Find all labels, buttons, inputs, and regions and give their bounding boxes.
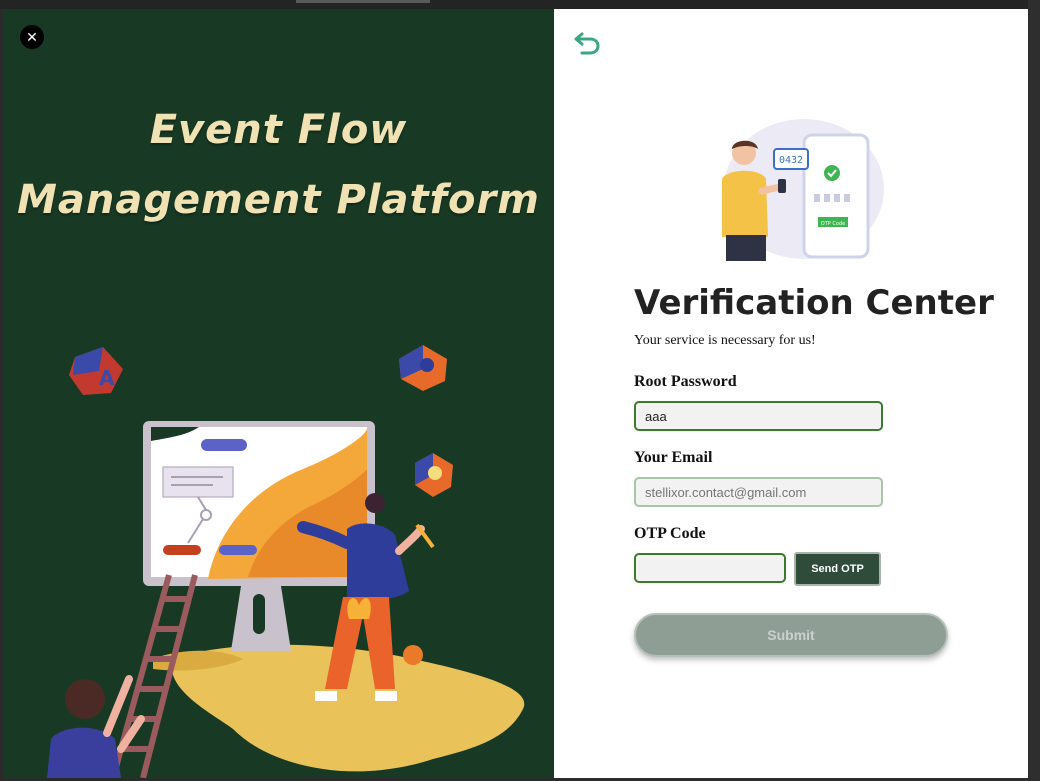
page-subtitle: Your service is necessary for us! xyxy=(634,333,816,348)
back-arrow-icon[interactable] xyxy=(572,27,602,57)
root-password-input[interactable] xyxy=(634,401,883,431)
hero-otp-digits: 0432 xyxy=(779,155,803,166)
window-right-edge xyxy=(1028,0,1040,781)
otp-hero-illustration: OTP Code 0432 xyxy=(722,119,884,261)
email-field[interactable] xyxy=(634,477,883,507)
otp-code-input[interactable] xyxy=(634,553,786,583)
verification-panel: OTP Code 0432 Verification Center Your s… xyxy=(554,9,1028,778)
page-title: Verification Center xyxy=(634,283,994,323)
brand-title-line1: Event Flow xyxy=(149,107,408,153)
presentation-illustration: A xyxy=(47,345,525,778)
otp-code-label: OTP Code xyxy=(634,525,706,542)
cube-a-icon: A xyxy=(69,347,123,395)
cube-c-icon xyxy=(399,345,447,391)
branding-panel: ✕ Event Flow Management Platform A xyxy=(3,9,554,778)
svg-text:A: A xyxy=(99,366,115,390)
root-password-label: Root Password xyxy=(634,373,737,390)
email-label: Your Email xyxy=(634,449,713,466)
submit-button[interactable]: Submit xyxy=(634,613,948,657)
close-button[interactable]: ✕ xyxy=(20,25,44,49)
hero-otp-button-text: OTP Code xyxy=(821,221,845,227)
window-tab-indicator xyxy=(296,0,430,3)
close-icon: ✕ xyxy=(26,29,38,45)
cube-bulb-icon xyxy=(415,453,453,497)
brand-title-line2: Management Platform xyxy=(17,177,540,223)
send-otp-button[interactable]: Send OTP xyxy=(794,552,881,586)
window-top-strip xyxy=(0,0,1040,9)
